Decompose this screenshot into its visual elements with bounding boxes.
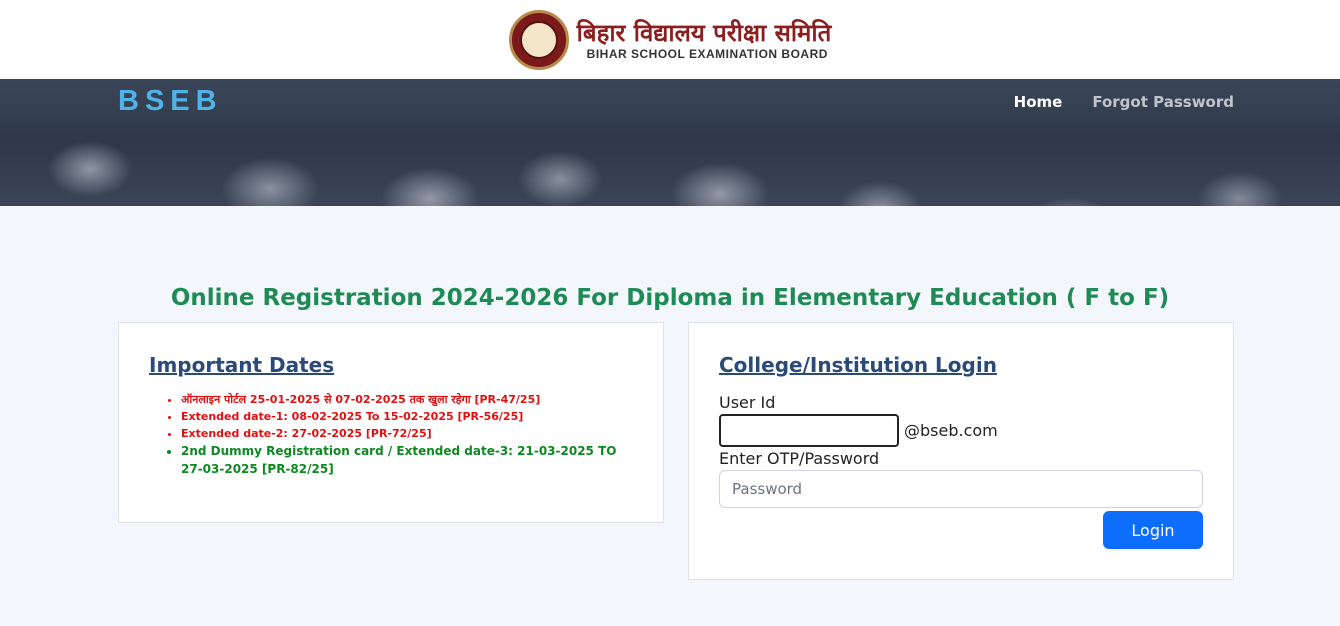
list-item: ऑनलाइन पोर्टल 25-01-2025 से 07-02-2025 त… xyxy=(181,391,633,408)
password-group: Enter OTP/Password xyxy=(719,449,1203,508)
logo-english-title: BIHAR SCHOOL EXAMINATION BOARD xyxy=(586,46,828,61)
list-item: 2nd Dummy Registration card / Extended d… xyxy=(181,442,633,478)
bseb-logo[interactable]: बिहार विद्यालय परीक्षा समिति BIHAR SCHOO… xyxy=(508,9,832,70)
page-title: Online Registration 2024-2026 For Diplom… xyxy=(170,285,1170,311)
user-id-label: User Id xyxy=(719,393,776,412)
list-item: Extended date-1: 08-02-2025 To 15-02-202… xyxy=(181,408,633,425)
hero-banner: BSEB Home Forgot Password xyxy=(0,79,1340,206)
list-item: Extended date-2: 27-02-2025 [PR-72/25] xyxy=(181,425,633,442)
bseb-seal-icon xyxy=(508,9,569,70)
logo-text: बिहार विद्यालय परीक्षा समिति BIHAR SCHOO… xyxy=(577,19,832,61)
user-id-row: @bseb.com xyxy=(719,414,1203,447)
password-label: Enter OTP/Password xyxy=(719,449,880,468)
nav-home-link[interactable]: Home xyxy=(1014,93,1063,111)
user-id-input[interactable] xyxy=(719,414,899,447)
navbar-brand[interactable]: BSEB xyxy=(118,85,223,118)
email-domain-suffix: @bseb.com xyxy=(904,421,998,440)
site-header: बिहार विद्यालय परीक्षा समिति BIHAR SCHOO… xyxy=(0,0,1340,79)
login-title: College/Institution Login xyxy=(719,353,997,377)
navbar: Home Forgot Password xyxy=(1014,93,1234,111)
logo-hindi-title: बिहार विद्यालय परीक्षा समिति xyxy=(576,18,832,47)
important-dates-list: ऑनलाइन पोर्टल 25-01-2025 से 07-02-2025 त… xyxy=(149,391,633,478)
login-button[interactable]: Login xyxy=(1103,511,1203,549)
important-dates-title: Important Dates xyxy=(149,353,335,377)
password-input[interactable] xyxy=(719,470,1203,508)
login-card: College/Institution Login User Id @bseb.… xyxy=(688,322,1234,580)
user-id-group: User Id @bseb.com xyxy=(719,393,1203,447)
nav-forgot-password-link[interactable]: Forgot Password xyxy=(1092,93,1234,111)
important-dates-card: Important Dates ऑनलाइन पोर्टल 25-01-2025… xyxy=(118,322,664,523)
